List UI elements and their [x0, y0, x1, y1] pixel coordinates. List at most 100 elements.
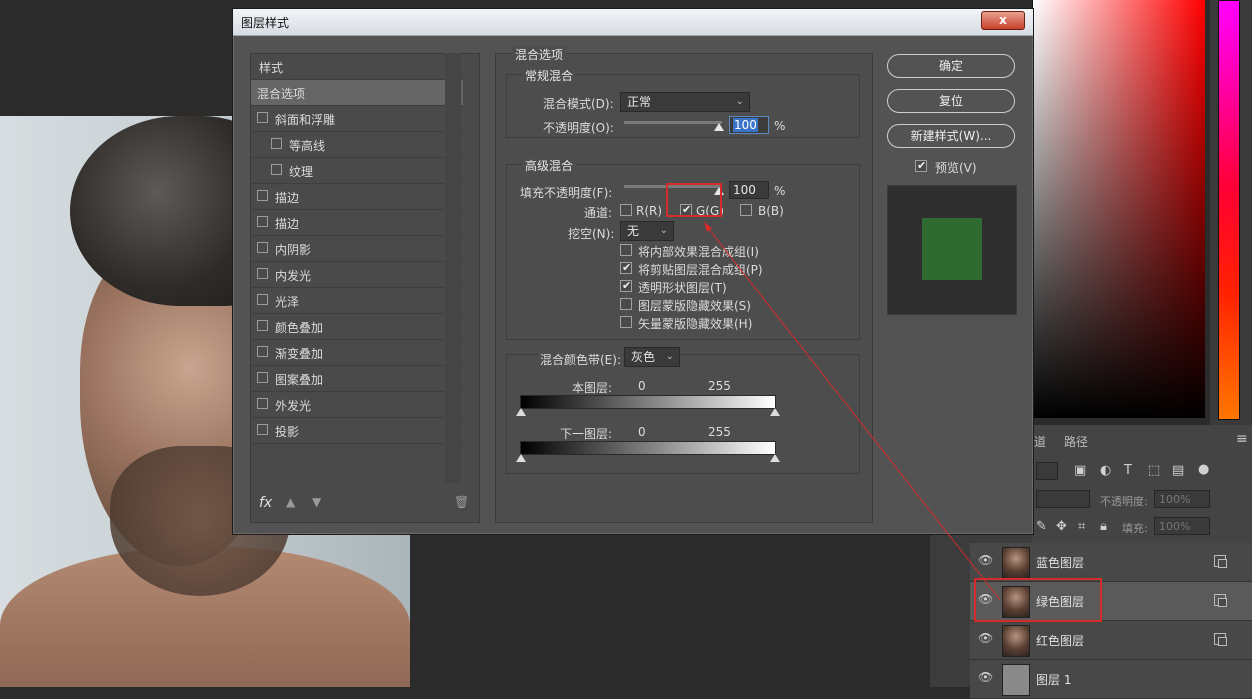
style-item[interactable]: 斜面和浮雕 [251, 106, 463, 132]
eye-icon[interactable]: 👁︎ [978, 631, 993, 645]
opacity-slider-thumb[interactable] [714, 123, 724, 131]
style-item-checkbox[interactable] [257, 216, 268, 227]
preview-checkbox[interactable] [915, 159, 927, 172]
knockout-select[interactable]: 无 ⌄ [620, 221, 674, 241]
layer-row[interactable]: 👁︎ 红色图层 [970, 621, 1252, 660]
adjustment-filter-icon[interactable]: ◐ [1100, 463, 1111, 478]
advanced-option-checkbox[interactable] [620, 244, 632, 256]
dialog-titlebar[interactable]: 图层样式 x [233, 9, 1033, 36]
advanced-option-label: 将内部效果混合成组(I) [638, 245, 759, 259]
panel-menu-icon[interactable]: ≡ [1236, 431, 1248, 447]
advanced-option-checkbox[interactable] [620, 279, 632, 292]
layer-row[interactable]: 👁︎ 蓝色图层 [970, 543, 1252, 582]
blend-if-select[interactable]: 灰色 ⌄ [624, 347, 680, 367]
shape-filter-icon[interactable]: ⬚ [1148, 463, 1160, 478]
style-item[interactable]: 渐变叠加+ [251, 340, 463, 366]
tab-paths[interactable]: 路径 [1064, 433, 1088, 450]
panel-fill-input[interactable]: 100% [1154, 517, 1210, 535]
channel-b-checkbox[interactable] [740, 204, 752, 216]
eye-icon[interactable]: 👁︎ [978, 670, 993, 684]
style-item-checkbox[interactable] [271, 138, 282, 149]
reset-button[interactable]: 复位 [887, 89, 1015, 113]
lock-artboard-icon[interactable]: ⌗ [1078, 519, 1085, 534]
style-item-checkbox[interactable] [257, 372, 268, 383]
styles-list-scrollbar[interactable] [445, 53, 461, 483]
move-up-icon[interactable]: ▲ [286, 495, 295, 509]
style-item[interactable]: 等高线 [251, 132, 463, 158]
green-layer-highlight [974, 578, 1102, 622]
trash-icon[interactable]: 🗑︎ [454, 495, 469, 509]
tab-channels[interactable]: 道 [1034, 433, 1046, 450]
layer-filter-select[interactable] [1036, 462, 1058, 480]
layer-effect-icon [1214, 555, 1227, 568]
under-layer-min: 0 [638, 425, 646, 439]
move-down-icon[interactable]: ▼ [312, 495, 321, 509]
style-item-checkbox[interactable] [257, 398, 268, 409]
lock-pixels-icon[interactable]: ✎ [1036, 519, 1047, 534]
panel-opacity-input[interactable]: 100% [1154, 490, 1210, 508]
new-style-button[interactable]: 新建样式(W)... [887, 124, 1015, 148]
image-filter-icon[interactable]: ▣ [1074, 463, 1086, 478]
style-item-label: 渐变叠加 [275, 347, 324, 361]
style-item-checkbox[interactable] [257, 112, 268, 123]
fill-opacity-input[interactable]: 100 [729, 181, 769, 199]
style-item[interactable]: 描边+ [251, 210, 463, 236]
lock-position-icon[interactable]: ✥ [1056, 519, 1067, 534]
color-picker-field[interactable] [1032, 0, 1205, 418]
advanced-option-label: 透明形状图层(T) [638, 281, 727, 295]
under-layer-white-slider[interactable] [770, 454, 780, 462]
advanced-option-label: 图层蒙版隐藏效果(S) [638, 299, 751, 313]
preview-box [887, 185, 1017, 315]
under-layer-black-slider[interactable] [516, 454, 526, 462]
style-item-checkbox[interactable] [257, 242, 268, 253]
style-item[interactable]: 颜色叠加+ [251, 314, 463, 340]
channel-b-label: B(B) [758, 204, 784, 218]
advanced-option-checkbox[interactable] [620, 298, 632, 310]
channel-r-label: R(R) [636, 204, 663, 218]
style-item[interactable]: 外发光 [251, 392, 463, 418]
styles-header[interactable]: 样式 [251, 54, 463, 80]
style-item[interactable]: 投影+ [251, 418, 463, 444]
general-blending-title: 常规混合 [522, 67, 577, 84]
style-item-checkbox[interactable] [257, 320, 268, 331]
under-layer-gradient[interactable] [520, 441, 776, 455]
style-item-checkbox[interactable] [257, 294, 268, 305]
layer-row[interactable]: 👁︎ 图层 1 [970, 660, 1252, 699]
smart-object-filter-icon[interactable]: ▤ [1172, 463, 1184, 478]
layer-name: 蓝色图层 [1036, 556, 1085, 570]
under-layer-label: 下一图层: [560, 427, 613, 441]
blend-if-label: 混合颜色带(E): [538, 351, 623, 368]
this-layer-black-slider[interactable] [516, 408, 526, 416]
style-item-checkbox[interactable] [257, 190, 268, 201]
ok-button[interactable]: 确定 [887, 54, 1015, 78]
style-item[interactable]: 混合选项 [251, 80, 463, 106]
blend-mode-select-panel[interactable] [1036, 490, 1090, 508]
style-item-checkbox[interactable] [257, 268, 268, 279]
style-item-checkbox[interactable] [257, 346, 268, 357]
opacity-slider[interactable] [624, 121, 722, 124]
this-layer-max: 255 [708, 379, 731, 393]
fx-icon[interactable]: fx [259, 495, 272, 511]
style-item-label: 纹理 [289, 165, 314, 179]
style-item[interactable]: 光泽 [251, 288, 463, 314]
hue-slider[interactable] [1218, 0, 1240, 420]
blend-mode-select[interactable]: 正常 ⌄ [620, 92, 750, 112]
advanced-option-checkbox[interactable] [620, 261, 632, 274]
lock-all-icon[interactable]: 🔒︎ [1100, 519, 1107, 534]
style-item[interactable]: 描边+ [251, 184, 463, 210]
style-item-checkbox[interactable] [271, 164, 282, 175]
opacity-input[interactable]: 100 [729, 116, 769, 134]
style-item-checkbox[interactable] [257, 424, 268, 435]
this-layer-gradient[interactable] [520, 395, 776, 409]
channel-r-checkbox[interactable] [620, 204, 632, 216]
eye-icon[interactable]: 👁︎ [978, 553, 993, 567]
style-item[interactable]: 纹理 [251, 158, 463, 184]
this-layer-white-slider[interactable] [770, 408, 780, 416]
advanced-option-checkbox[interactable] [620, 316, 632, 328]
style-item[interactable]: 内发光 [251, 262, 463, 288]
close-button[interactable]: x [981, 11, 1025, 30]
style-item[interactable]: 图案叠加 [251, 366, 463, 392]
style-item[interactable]: 内阴影+ [251, 236, 463, 262]
filter-toggle-icon[interactable]: ● [1198, 462, 1209, 477]
type-filter-icon[interactable]: T [1124, 463, 1132, 478]
